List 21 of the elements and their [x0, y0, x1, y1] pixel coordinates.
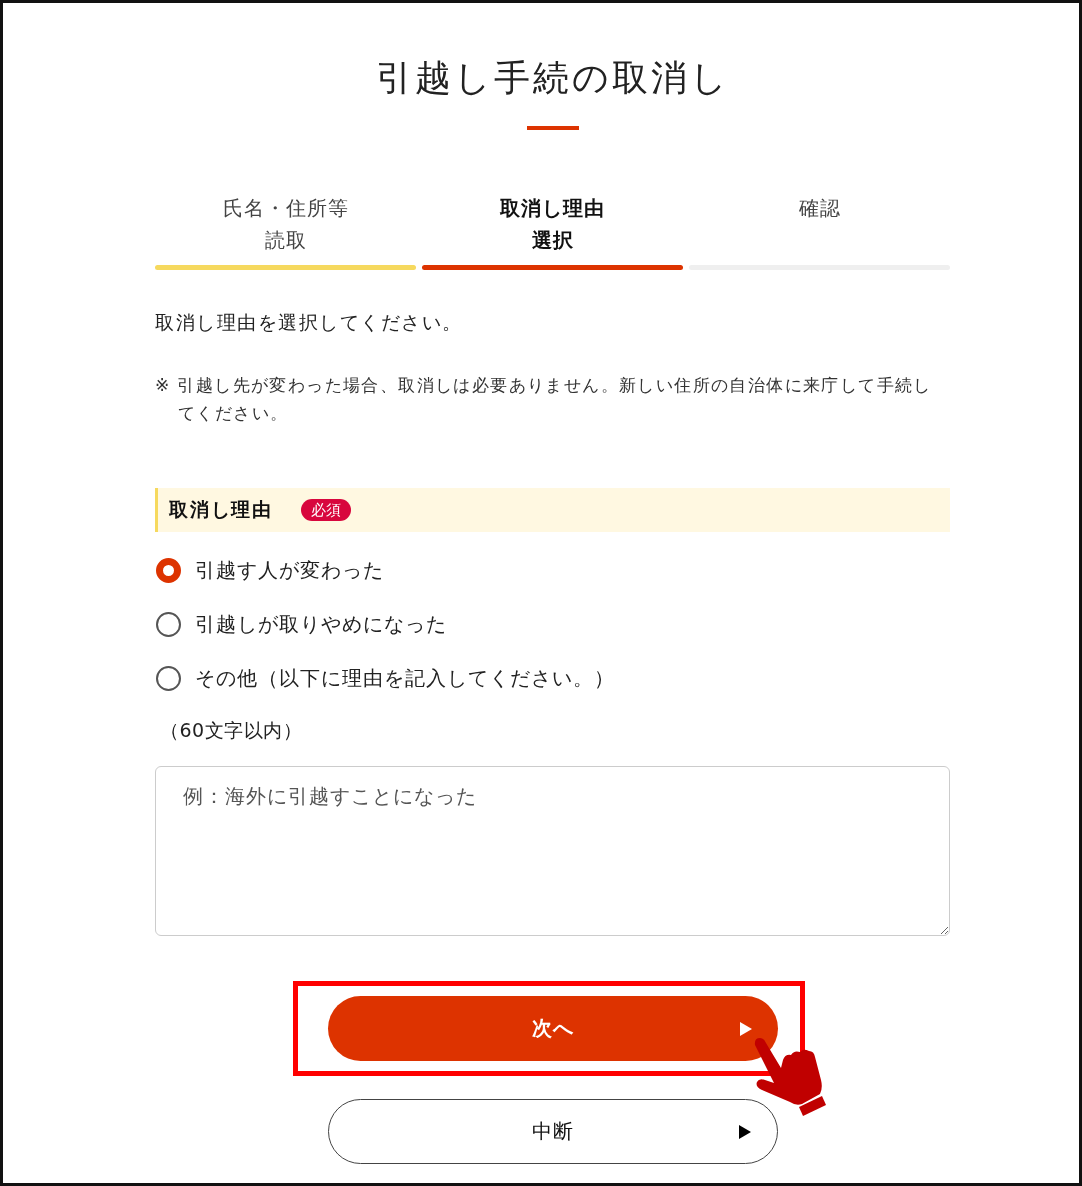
cancel-button[interactable]: 中断 — [327, 1099, 778, 1164]
next-button[interactable]: 次へ — [327, 996, 778, 1061]
option-label[interactable]: 引越しが取りやめになった — [195, 610, 447, 638]
radio-button[interactable] — [156, 665, 181, 691]
step-label: 氏名・住所等 読取 — [222, 195, 349, 254]
required-badge: 必須 — [301, 499, 351, 521]
radio-button[interactable] — [156, 611, 181, 637]
char-limit-text: （60文字以内） — [159, 718, 304, 743]
page-title: 引越し手続の取消し — [375, 56, 730, 100]
option-label[interactable]: 引越す人が変わった — [195, 556, 384, 584]
radio-button[interactable] — [156, 557, 181, 583]
step-label: 取消し理由 選択 — [500, 195, 605, 254]
section-heading: 取消し理由 — [169, 497, 273, 522]
reason-textarea[interactable]: 例：海外に引越すことになった — [155, 766, 950, 936]
option-label[interactable]: その他（以下に理由を記入してください。） — [195, 664, 615, 692]
instruction-text: 取消し理由を選択してください。 — [155, 310, 464, 335]
play-triangle-icon — [739, 1021, 752, 1036]
title-accent-bar — [526, 126, 579, 130]
step-label: 確認 — [798, 195, 841, 222]
note-text: ※ 引越し先が変わった場合、取消しは必要ありません。新しい住所の自治体に来庁して手続してください。 — [155, 374, 933, 425]
play-triangle-icon — [738, 1124, 751, 1139]
